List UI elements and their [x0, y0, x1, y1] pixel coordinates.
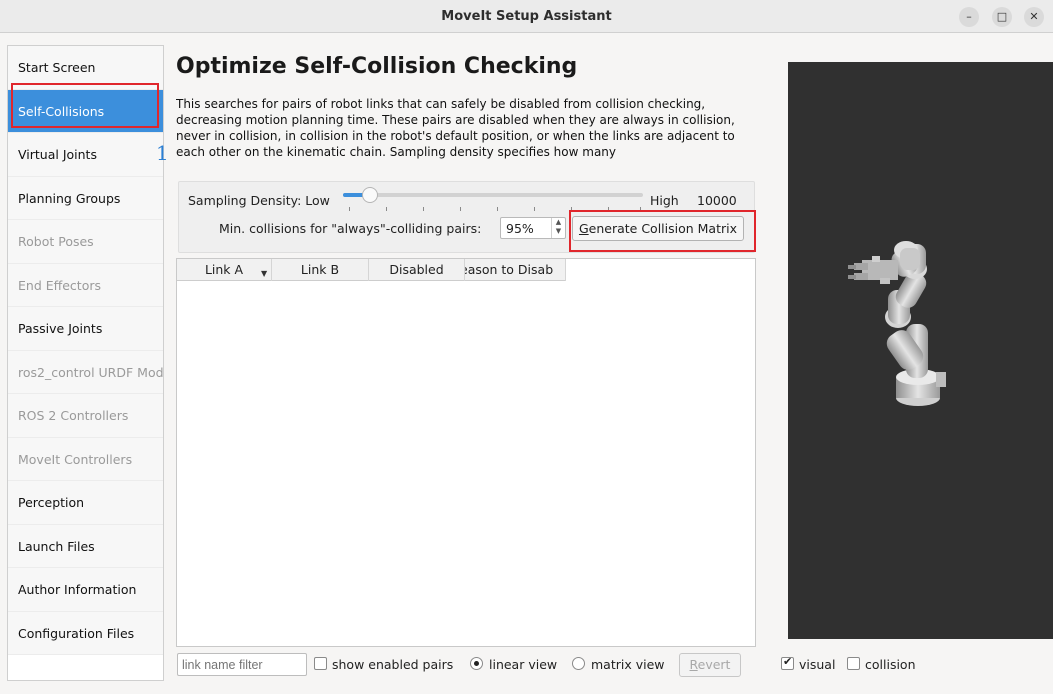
- visual-checkbox[interactable]: [781, 655, 794, 670]
- sampling-density-label: Sampling Density: Low: [188, 193, 330, 208]
- sidebar-item-robot-poses[interactable]: Robot Poses: [8, 220, 163, 264]
- slider-tick: [571, 207, 572, 211]
- generate-button-label: enerate Collision Matrix: [588, 221, 738, 236]
- show-enabled-pairs-checkbox[interactable]: [314, 657, 327, 670]
- min-collisions-value: 95%: [506, 221, 534, 236]
- sidebar-item-end-effectors[interactable]: End Effectors: [8, 263, 163, 307]
- maximize-icon[interactable]: □: [992, 7, 1012, 27]
- revert-button-label: evert: [697, 657, 731, 672]
- sampling-density-slider-handle[interactable]: [362, 187, 378, 203]
- slider-tick: [608, 207, 609, 211]
- robot-3d-viewer[interactable]: [788, 62, 1053, 639]
- sort-descending-icon: ▼: [261, 269, 268, 278]
- column-header-link-b[interactable]: Link B: [272, 259, 369, 281]
- column-header-disabled[interactable]: Disabled: [369, 259, 465, 281]
- matrix-view-label[interactable]: matrix view: [591, 657, 665, 672]
- slider-tick: [349, 207, 350, 211]
- sidebar-item-passive-joints[interactable]: Passive Joints: [8, 307, 163, 351]
- matrix-view-radio[interactable]: [572, 657, 585, 670]
- min-collisions-label: Min. collisions for "always"-colliding p…: [219, 221, 482, 236]
- minimize-icon[interactable]: –: [959, 7, 979, 27]
- revert-button-mnemonic: R: [689, 657, 698, 672]
- show-enabled-pairs-label[interactable]: show enabled pairs: [332, 657, 453, 672]
- sampling-density-value: 10000: [697, 193, 737, 208]
- collision-label[interactable]: collision: [865, 657, 916, 672]
- slider-tick: [640, 207, 641, 211]
- slider-tick: [386, 207, 387, 211]
- slider-tick: [423, 207, 424, 211]
- sidebar-item-ros2-control-urdf-mod[interactable]: ros2_control URDF Mod: [8, 350, 163, 394]
- link-name-filter-input[interactable]: [177, 653, 307, 676]
- collision-checkbox[interactable]: [847, 657, 860, 670]
- linear-view-radio[interactable]: [470, 657, 483, 670]
- page-title: Optimize Self-Collision Checking: [176, 54, 578, 79]
- slider-tick: [534, 207, 535, 211]
- slider-tick: [497, 207, 498, 211]
- sidebar-item-virtual-joints[interactable]: Virtual Joints: [8, 133, 163, 177]
- annotation-one: 1: [156, 141, 169, 165]
- sidebar-item-ros-2-controllers[interactable]: ROS 2 Controllers: [8, 394, 163, 438]
- sidebar-item-moveit-controllers[interactable]: MoveIt Controllers: [8, 437, 163, 481]
- sampling-density-slider[interactable]: [343, 193, 643, 197]
- sidebar-item-self-collisions[interactable]: Self-Collisions: [8, 89, 163, 133]
- column-header-link-a[interactable]: Link A ▼: [177, 259, 272, 281]
- revert-button[interactable]: Revert: [679, 653, 741, 677]
- sidebar-item-author-information[interactable]: Author Information: [8, 568, 163, 612]
- slider-tick: [460, 207, 461, 211]
- page-description: This searches for pairs of robot links t…: [176, 97, 735, 159]
- generate-button-mnemonic: G: [578, 221, 589, 236]
- sidebar-item-start-screen[interactable]: Start Screen: [8, 46, 163, 90]
- collision-pairs-table[interactable]: Link A ▼ Link B Disabled eason to Disab: [176, 258, 756, 647]
- robot-arm-render: [848, 241, 946, 406]
- sidebar-item-planning-groups[interactable]: Planning Groups: [8, 176, 163, 220]
- min-collisions-spinbox[interactable]: 95% ▲ ▼: [500, 217, 566, 239]
- generate-collision-matrix-button[interactable]: Generate Collision Matrix: [572, 216, 744, 241]
- close-icon[interactable]: ✕: [1024, 7, 1044, 27]
- table-header: Link A ▼ Link B Disabled eason to Disab: [177, 259, 566, 281]
- window-titlebar: MoveIt Setup Assistant – □ ✕: [0, 0, 1053, 33]
- visual-label[interactable]: visual: [799, 657, 835, 672]
- column-header-reason[interactable]: eason to Disab: [465, 259, 566, 281]
- sampling-high-label: High: [650, 193, 679, 208]
- spinbox-arrows-icon[interactable]: ▲ ▼: [551, 218, 565, 238]
- sidebar-item-perception[interactable]: Perception: [8, 481, 163, 525]
- sidebar-nav: Start Screen Self-Collisions Virtual Joint…: [7, 45, 164, 681]
- column-header-label: Link A: [204, 262, 244, 277]
- linear-view-label[interactable]: linear view: [489, 657, 557, 672]
- sidebar-item-launch-files[interactable]: Launch Files: [8, 524, 163, 568]
- window-title: MoveIt Setup Assistant: [441, 9, 612, 24]
- sidebar-item-configuration-files[interactable]: Configuration Files: [8, 611, 163, 655]
